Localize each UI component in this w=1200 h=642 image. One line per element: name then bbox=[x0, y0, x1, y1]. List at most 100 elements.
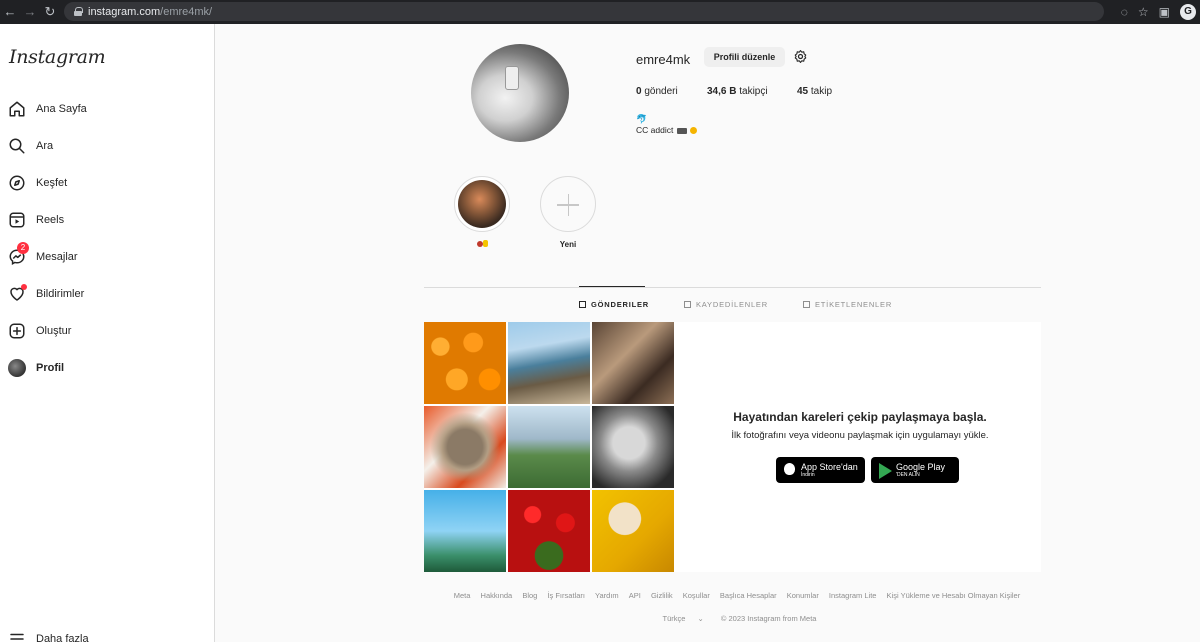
sample-photo-oranges bbox=[424, 322, 506, 404]
instagram-logo[interactable]: Instagram bbox=[9, 46, 106, 68]
story-highlight[interactable] bbox=[447, 176, 517, 249]
bookmark-star-icon[interactable]: ☆ bbox=[1138, 5, 1149, 19]
sidebar-item-label: Mesajlar bbox=[36, 251, 78, 263]
sidebar: Instagram Ana Sayfa Ara Keşfet Reels 2 M… bbox=[0, 24, 215, 642]
reload-icon[interactable]: ↻ bbox=[40, 4, 60, 20]
sample-photo-grid bbox=[424, 322, 674, 572]
edit-profile-button[interactable]: Profili düzenle bbox=[704, 47, 785, 67]
promo-subtitle: İlk fotoğrafını veya videonu paylaşmak i… bbox=[731, 430, 989, 441]
footer-bottom: Türkçe ⌄ © 2023 Instagram from Meta bbox=[215, 614, 1200, 623]
home-icon bbox=[8, 100, 26, 118]
copyright: © 2023 Instagram from Meta bbox=[720, 614, 817, 623]
chevron-down-icon: ⌄ bbox=[697, 614, 704, 623]
unread-badge: 2 bbox=[17, 242, 29, 254]
footer-link[interactable]: Hakkında bbox=[481, 591, 513, 600]
sample-photo-ferris bbox=[424, 490, 506, 572]
footer-link[interactable]: API bbox=[629, 591, 641, 600]
followers-label: takipçi bbox=[739, 86, 768, 97]
sidebar-item-label: Bildirimler bbox=[36, 288, 85, 300]
sample-photo-dog bbox=[424, 406, 506, 488]
followers-count: 34,6 B bbox=[707, 86, 737, 97]
tab-label: GÖNDERILER bbox=[591, 300, 650, 309]
new-highlight-button[interactable]: Yeni bbox=[533, 176, 603, 249]
footer-link[interactable]: Konumlar bbox=[787, 591, 819, 600]
tab-tagged[interactable]: ETİKETLENENLER bbox=[803, 300, 892, 309]
avatar bbox=[8, 359, 26, 377]
footer-link[interactable]: Instagram Lite bbox=[829, 591, 877, 600]
tab-saved[interactable]: KAYDEDİLENLER bbox=[684, 300, 768, 309]
sample-photo-photobooth bbox=[592, 322, 674, 404]
footer-link[interactable]: Koşullar bbox=[683, 591, 710, 600]
posts-count: 0 bbox=[636, 86, 642, 97]
sidebar-item-messages[interactable]: 2 Mesajlar bbox=[8, 242, 204, 272]
tab-label: ETİKETLENENLER bbox=[815, 300, 893, 309]
app-store-button[interactable]: App Store'dan İndirin bbox=[776, 457, 865, 483]
browser-toolbar: ← → ↻ instagram.com/emre4mk/ ◌ ☆ ▣ G bbox=[0, 0, 1200, 24]
heart-icon bbox=[8, 284, 27, 303]
sidebar-item-label: Reels bbox=[36, 214, 65, 226]
following-stat[interactable]: 45 takip bbox=[797, 86, 832, 97]
profile-username: emre4mk bbox=[636, 52, 691, 67]
language-label: Türkçe bbox=[662, 614, 686, 623]
profile-avatar[interactable] bbox=[471, 44, 569, 142]
footer-link[interactable]: Gizlilik bbox=[651, 591, 673, 600]
footer-links: Meta Hakkında Blog İş Fırsatları Yardım … bbox=[215, 591, 1200, 600]
search-icon bbox=[8, 137, 26, 155]
highlight-label: Yeni bbox=[559, 240, 577, 249]
footer-link[interactable]: Blog bbox=[522, 591, 537, 600]
footer-link[interactable]: Başlıca Hesaplar bbox=[720, 591, 777, 600]
sidebar-item-explore[interactable]: Keşfet bbox=[8, 168, 204, 198]
reels-icon bbox=[8, 211, 26, 229]
language-select[interactable]: Türkçe ⌄ bbox=[658, 614, 709, 623]
settings-gear-icon[interactable] bbox=[793, 49, 808, 64]
credit-card-emoji-icon bbox=[676, 127, 687, 134]
sidebar-item-reels[interactable]: Reels bbox=[8, 205, 204, 235]
sidebar-item-more[interactable]: Daha fazla bbox=[8, 624, 204, 642]
sidebar-item-search[interactable]: Ara bbox=[8, 131, 204, 161]
url-path: /emre4mk/ bbox=[160, 5, 213, 18]
plus-square-icon bbox=[8, 322, 26, 340]
sidebar-item-label: Ara bbox=[36, 140, 54, 152]
main-content: emre4mk Profili düzenle 0 gönderi 34,6 B… bbox=[215, 24, 1200, 642]
sidebar-panel-icon[interactable]: ▣ bbox=[1159, 5, 1170, 19]
forward-icon[interactable]: → bbox=[20, 4, 40, 19]
sidebar-item-create[interactable]: Oluştur bbox=[8, 316, 204, 346]
sidebar-item-label: Ana Sayfa bbox=[36, 103, 87, 115]
google-play-button[interactable]: Google Play 'DEN ALIN bbox=[871, 457, 959, 483]
sidebar-item-home[interactable]: Ana Sayfa bbox=[8, 94, 204, 124]
google-play-label: Google Play bbox=[896, 461, 946, 472]
bookmark-icon bbox=[684, 301, 691, 308]
posts-label: gönderi bbox=[644, 86, 678, 97]
following-count: 45 bbox=[797, 86, 809, 97]
plus-icon bbox=[540, 176, 596, 232]
tab-posts[interactable]: GÖNDERILER bbox=[579, 300, 649, 309]
google-play-icon bbox=[879, 463, 892, 479]
tabs-divider bbox=[424, 287, 1041, 288]
sidebar-item-notifications[interactable]: Bildirimler bbox=[8, 279, 204, 309]
get-app-promo: Hayatından kareleri çekip paylaşmaya baş… bbox=[679, 322, 1041, 572]
browser-profile-avatar[interactable]: G bbox=[1180, 4, 1196, 20]
sidebar-item-label: Profil bbox=[36, 362, 65, 374]
following-label: takip bbox=[810, 86, 833, 97]
followers-stat[interactable]: 34,6 B takipçi bbox=[707, 86, 768, 97]
notification-dot bbox=[21, 284, 27, 290]
highlight-ring bbox=[454, 176, 510, 232]
bio-emoji: 🐬 bbox=[636, 114, 648, 124]
sample-photo-cat bbox=[592, 490, 674, 572]
address-bar[interactable]: instagram.com/emre4mk/ bbox=[64, 2, 1104, 21]
hand-emoji-icon bbox=[482, 240, 488, 247]
profile-photo-detail bbox=[505, 66, 519, 90]
footer-link[interactable]: İş Fırsatları bbox=[547, 591, 585, 600]
promo-title: Hayatından kareleri çekip paylaşmaya baş… bbox=[733, 410, 987, 424]
tab-label: KAYDEDİLENLER bbox=[696, 300, 768, 309]
footer-link[interactable]: Meta bbox=[454, 591, 471, 600]
footer-link[interactable]: Kişi Yükleme ve Hesabı Olmayan Kişiler bbox=[887, 591, 1021, 600]
eye-off-icon[interactable]: ◌ bbox=[1121, 5, 1128, 19]
footer-link[interactable]: Yardım bbox=[595, 591, 619, 600]
sidebar-item-profile[interactable]: Profil bbox=[8, 353, 204, 383]
sample-photo-baby bbox=[592, 406, 674, 488]
face-emoji-icon bbox=[690, 127, 698, 135]
back-icon[interactable]: ← bbox=[0, 4, 20, 19]
bio-text: CC addict bbox=[636, 125, 674, 135]
sample-photo-cactus bbox=[508, 406, 590, 488]
